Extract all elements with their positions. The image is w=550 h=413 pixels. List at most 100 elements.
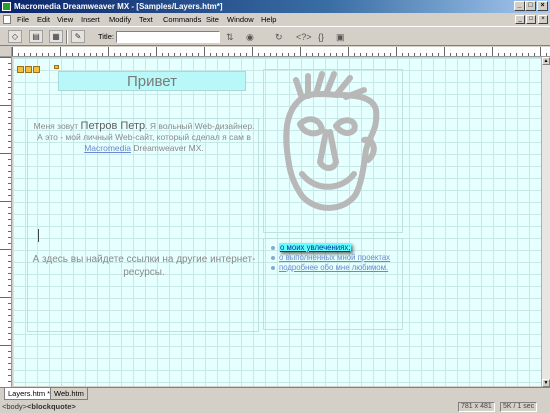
menu-window[interactable]: Window bbox=[227, 13, 254, 26]
ruler-tick bbox=[8, 291, 11, 292]
macromedia-link[interactable]: Macromedia bbox=[84, 143, 131, 153]
ruler-tick bbox=[378, 53, 379, 56]
ruler-tick bbox=[252, 47, 253, 56]
links-layer[interactable]: о моих увлечениях; о выполненных мной пр… bbox=[263, 238, 403, 330]
ruler-tick bbox=[324, 53, 325, 56]
list-item[interactable]: подробнее обо мне любимом. bbox=[268, 263, 398, 272]
reference-icon[interactable]: <?> bbox=[296, 31, 312, 43]
ruler-tick bbox=[24, 53, 25, 56]
ruler-tick bbox=[102, 53, 103, 56]
tab-layers[interactable]: Layers.htm * bbox=[4, 388, 55, 400]
ruler-tick bbox=[8, 375, 11, 376]
ruler-tick bbox=[0, 201, 11, 202]
ruler-tick bbox=[186, 53, 187, 56]
preview-browser-icon[interactable]: ◉ bbox=[246, 31, 254, 43]
ruler-tick bbox=[8, 147, 11, 148]
menu-insert[interactable]: Insert bbox=[81, 13, 100, 26]
code-navigation-icon[interactable]: {} bbox=[318, 31, 324, 43]
ruler-tick bbox=[8, 183, 11, 184]
ruler-tick bbox=[336, 53, 337, 56]
ruler-tick bbox=[8, 87, 11, 88]
split-view-icon[interactable]: ▤ bbox=[29, 30, 43, 43]
ruler-tick bbox=[8, 177, 11, 178]
ruler-tick bbox=[0, 297, 11, 298]
ruler-tick bbox=[8, 75, 11, 76]
minimize-button[interactable]: _ bbox=[514, 1, 525, 11]
window-title: Macromedia Dreamweaver MX - [Samples/Lay… bbox=[14, 2, 223, 11]
ruler-tick bbox=[246, 53, 247, 56]
maximize-button[interactable]: □ bbox=[525, 1, 536, 11]
ruler-tick bbox=[210, 53, 211, 56]
ruler-tick bbox=[84, 53, 85, 56]
author-name: Петров Петр bbox=[80, 120, 146, 132]
ruler-tick bbox=[8, 69, 11, 70]
page-title-input[interactable] bbox=[116, 31, 220, 43]
file-management-icon[interactable]: ⇅ bbox=[226, 31, 234, 43]
live-data-icon[interactable]: ✎ bbox=[71, 30, 85, 43]
menu-edit[interactable]: Edit bbox=[37, 13, 50, 26]
ruler-tick bbox=[450, 53, 451, 56]
ruler-tick bbox=[132, 53, 133, 56]
close-button[interactable]: × bbox=[537, 1, 548, 11]
menu-site[interactable]: Site bbox=[206, 13, 219, 26]
ruler-tick bbox=[156, 47, 157, 56]
refresh-icon[interactable]: ↻ bbox=[275, 31, 283, 43]
window-size-indicator[interactable]: 781 x 481 bbox=[458, 402, 495, 412]
menu-commands[interactable]: Commands bbox=[163, 13, 201, 26]
ruler-tick bbox=[8, 225, 11, 226]
menu-file[interactable]: File bbox=[17, 13, 29, 26]
menu-modify[interactable]: Modify bbox=[109, 13, 131, 26]
ruler-tick bbox=[468, 53, 469, 56]
layer-marker-icon[interactable] bbox=[33, 66, 40, 73]
ruler-tick bbox=[396, 47, 397, 56]
menu-view[interactable]: View bbox=[57, 13, 73, 26]
ruler-tick bbox=[294, 53, 295, 56]
ruler-tick bbox=[342, 53, 343, 56]
right-eye bbox=[333, 117, 358, 136]
view-options-icon[interactable]: ▣ bbox=[336, 31, 345, 43]
list-item[interactable]: о выполненных мной проектах bbox=[268, 253, 398, 262]
layer-marker-icon[interactable] bbox=[54, 65, 59, 69]
ruler-tick bbox=[150, 53, 151, 56]
list-item-label: подробнее обо мне любимом. bbox=[279, 263, 389, 272]
scroll-down-icon[interactable]: ▼ bbox=[542, 379, 550, 387]
design-view-icon[interactable]: ▦ bbox=[49, 30, 63, 43]
ruler-tick bbox=[486, 53, 487, 56]
ruler-tick bbox=[8, 237, 11, 238]
tag-selector-blockquote[interactable]: <blockquote> bbox=[27, 401, 76, 412]
vertical-scrollbar[interactable]: ▲ ▼ bbox=[541, 57, 550, 387]
document-minimize-button[interactable]: _ bbox=[515, 15, 525, 24]
document-tab-bar: Layers.htm * Web.htm bbox=[0, 387, 550, 401]
ruler-tick bbox=[384, 53, 385, 56]
ruler-tick bbox=[480, 53, 481, 56]
mouth bbox=[299, 171, 357, 190]
ruler-tick bbox=[354, 53, 355, 56]
ruler-tick bbox=[522, 53, 523, 56]
document-restore-button[interactable]: □ bbox=[526, 15, 536, 24]
design-canvas[interactable]: Привет Меня зовут Петров Петр. Я вольный… bbox=[13, 58, 541, 386]
face-drawing-layer[interactable] bbox=[263, 69, 403, 233]
ruler-tick bbox=[282, 53, 283, 56]
list-item-label: о выполненных мной проектах bbox=[279, 253, 391, 262]
tag-selector-body[interactable]: <body> bbox=[2, 401, 27, 412]
menu-help[interactable]: Help bbox=[261, 13, 276, 26]
layer-marker-icon[interactable] bbox=[17, 66, 24, 73]
ruler-tick bbox=[8, 255, 11, 256]
ruler-tick bbox=[312, 53, 313, 56]
left-eye bbox=[297, 116, 325, 137]
code-view-icon[interactable]: ◇ bbox=[8, 30, 22, 43]
tab-web[interactable]: Web.htm bbox=[50, 388, 88, 400]
nose bbox=[317, 129, 339, 171]
layer-marker-icon[interactable] bbox=[25, 66, 32, 73]
greeting-heading[interactable]: Привет bbox=[58, 71, 246, 91]
scroll-up-icon[interactable]: ▲ bbox=[542, 57, 550, 65]
menu-text[interactable]: Text bbox=[139, 13, 153, 26]
bullet-icon bbox=[271, 266, 275, 270]
dreamweaver-app-icon bbox=[2, 2, 11, 11]
intro-layer[interactable]: Меня зовут Петров Петр. Я вольный Web-ди… bbox=[27, 118, 259, 332]
horizontal-ruler bbox=[12, 47, 550, 57]
ruler-tick bbox=[8, 81, 11, 82]
ruler-tick bbox=[8, 159, 11, 160]
document-close-button[interactable]: × bbox=[538, 15, 548, 24]
list-item[interactable]: о моих увлечениях; bbox=[268, 243, 398, 252]
